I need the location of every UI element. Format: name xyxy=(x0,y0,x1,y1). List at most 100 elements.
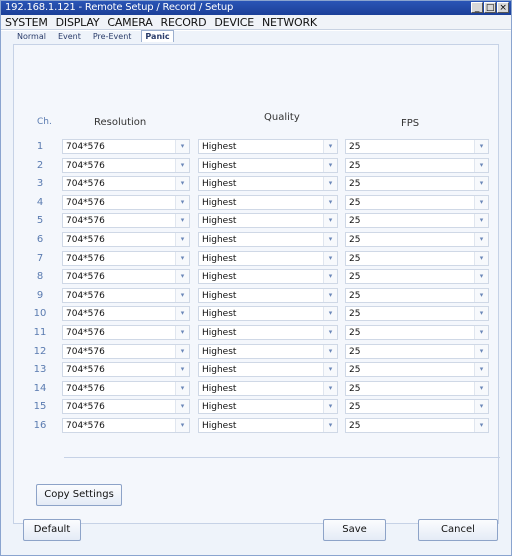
chevron-down-icon[interactable]: ▾ xyxy=(474,382,488,395)
chevron-down-icon[interactable]: ▾ xyxy=(474,233,488,246)
menu-record[interactable]: RECORD xyxy=(161,15,207,29)
resolution-select[interactable]: 704*576 ▾ xyxy=(62,158,190,173)
chevron-down-icon[interactable]: ▾ xyxy=(175,214,189,227)
chevron-down-icon[interactable]: ▾ xyxy=(175,177,189,190)
quality-select[interactable]: Highest ▾ xyxy=(198,139,338,154)
fps-select[interactable]: 25 ▾ xyxy=(345,381,489,396)
quality-select[interactable]: Highest ▾ xyxy=(198,381,338,396)
fps-select[interactable]: 25 ▾ xyxy=(345,139,489,154)
quality-select[interactable]: Highest ▾ xyxy=(198,325,338,340)
chevron-down-icon[interactable]: ▾ xyxy=(474,270,488,283)
chevron-down-icon[interactable]: ▾ xyxy=(323,382,337,395)
resolution-select[interactable]: 704*576 ▾ xyxy=(62,195,190,210)
fps-select[interactable]: 25 ▾ xyxy=(345,399,489,414)
save-button[interactable]: Save xyxy=(323,519,386,541)
resolution-select[interactable]: 704*576 ▾ xyxy=(62,325,190,340)
chevron-down-icon[interactable]: ▾ xyxy=(323,140,337,153)
chevron-down-icon[interactable]: ▾ xyxy=(323,196,337,209)
chevron-down-icon[interactable]: ▾ xyxy=(474,326,488,339)
chevron-down-icon[interactable]: ▾ xyxy=(323,177,337,190)
tab-event[interactable]: Event xyxy=(56,31,83,43)
resolution-select[interactable]: 704*576 ▾ xyxy=(62,269,190,284)
chevron-down-icon[interactable]: ▾ xyxy=(323,419,337,432)
chevron-down-icon[interactable]: ▾ xyxy=(323,159,337,172)
chevron-down-icon[interactable]: ▾ xyxy=(323,233,337,246)
chevron-down-icon[interactable]: ▾ xyxy=(175,233,189,246)
quality-select[interactable]: Highest ▾ xyxy=(198,418,338,433)
chevron-down-icon[interactable]: ▾ xyxy=(474,196,488,209)
chevron-down-icon[interactable]: ▾ xyxy=(175,270,189,283)
chevron-down-icon[interactable]: ▾ xyxy=(323,400,337,413)
tab-pre-event[interactable]: Pre-Event xyxy=(91,31,134,43)
close-icon[interactable]: × xyxy=(497,2,509,13)
chevron-down-icon[interactable]: ▾ xyxy=(474,400,488,413)
quality-select[interactable]: Highest ▾ xyxy=(198,158,338,173)
resolution-select[interactable]: 704*576 ▾ xyxy=(62,139,190,154)
chevron-down-icon[interactable]: ▾ xyxy=(175,140,189,153)
menu-camera[interactable]: CAMERA xyxy=(107,15,152,29)
quality-select[interactable]: Highest ▾ xyxy=(198,232,338,247)
resolution-select[interactable]: 704*576 ▾ xyxy=(62,306,190,321)
fps-select[interactable]: 25 ▾ xyxy=(345,344,489,359)
chevron-down-icon[interactable]: ▾ xyxy=(474,363,488,376)
quality-select[interactable]: Highest ▾ xyxy=(198,195,338,210)
fps-select[interactable]: 25 ▾ xyxy=(345,232,489,247)
cancel-button[interactable]: Cancel xyxy=(418,519,498,541)
chevron-down-icon[interactable]: ▾ xyxy=(474,252,488,265)
fps-select[interactable]: 25 ▾ xyxy=(345,195,489,210)
menu-network[interactable]: NETWORK xyxy=(262,15,317,29)
fps-select[interactable]: 25 ▾ xyxy=(345,306,489,321)
fps-select[interactable]: 25 ▾ xyxy=(345,362,489,377)
fps-select[interactable]: 25 ▾ xyxy=(345,176,489,191)
quality-select[interactable]: Highest ▾ xyxy=(198,306,338,321)
chevron-down-icon[interactable]: ▾ xyxy=(323,363,337,376)
chevron-down-icon[interactable]: ▾ xyxy=(323,252,337,265)
fps-select[interactable]: 25 ▾ xyxy=(345,158,489,173)
chevron-down-icon[interactable]: ▾ xyxy=(474,289,488,302)
fps-select[interactable]: 25 ▾ xyxy=(345,288,489,303)
quality-select[interactable]: Highest ▾ xyxy=(198,362,338,377)
menu-display[interactable]: DISPLAY xyxy=(56,15,100,29)
chevron-down-icon[interactable]: ▾ xyxy=(474,307,488,320)
chevron-down-icon[interactable]: ▾ xyxy=(175,345,189,358)
chevron-down-icon[interactable]: ▾ xyxy=(323,289,337,302)
maximize-icon[interactable]: □ xyxy=(484,2,496,13)
quality-select[interactable]: Highest ▾ xyxy=(198,399,338,414)
chevron-down-icon[interactable]: ▾ xyxy=(323,270,337,283)
chevron-down-icon[interactable]: ▾ xyxy=(175,363,189,376)
resolution-select[interactable]: 704*576 ▾ xyxy=(62,176,190,191)
resolution-select[interactable]: 704*576 ▾ xyxy=(62,344,190,359)
resolution-select[interactable]: 704*576 ▾ xyxy=(62,251,190,266)
resolution-select[interactable]: 704*576 ▾ xyxy=(62,213,190,228)
fps-select[interactable]: 25 ▾ xyxy=(345,325,489,340)
chevron-down-icon[interactable]: ▾ xyxy=(175,326,189,339)
chevron-down-icon[interactable]: ▾ xyxy=(474,345,488,358)
chevron-down-icon[interactable]: ▾ xyxy=(175,419,189,432)
chevron-down-icon[interactable]: ▾ xyxy=(175,307,189,320)
resolution-select[interactable]: 704*576 ▾ xyxy=(62,288,190,303)
fps-select[interactable]: 25 ▾ xyxy=(345,269,489,284)
tab-normal[interactable]: Normal xyxy=(15,31,48,43)
chevron-down-icon[interactable]: ▾ xyxy=(175,252,189,265)
resolution-select[interactable]: 704*576 ▾ xyxy=(62,399,190,414)
chevron-down-icon[interactable]: ▾ xyxy=(175,196,189,209)
chevron-down-icon[interactable]: ▾ xyxy=(175,382,189,395)
chevron-down-icon[interactable]: ▾ xyxy=(323,345,337,358)
chevron-down-icon[interactable]: ▾ xyxy=(474,159,488,172)
chevron-down-icon[interactable]: ▾ xyxy=(175,159,189,172)
quality-select[interactable]: Highest ▾ xyxy=(198,269,338,284)
tab-panic[interactable]: Panic xyxy=(141,30,174,42)
chevron-down-icon[interactable]: ▾ xyxy=(175,400,189,413)
quality-select[interactable]: Highest ▾ xyxy=(198,344,338,359)
minimize-icon[interactable]: _ xyxy=(471,2,483,13)
chevron-down-icon[interactable]: ▾ xyxy=(323,214,337,227)
copy-settings-button[interactable]: Copy Settings xyxy=(36,484,122,506)
resolution-select[interactable]: 704*576 ▾ xyxy=(62,381,190,396)
fps-select[interactable]: 25 ▾ xyxy=(345,213,489,228)
resolution-select[interactable]: 704*576 ▾ xyxy=(62,362,190,377)
resolution-select[interactable]: 704*576 ▾ xyxy=(62,232,190,247)
chevron-down-icon[interactable]: ▾ xyxy=(175,289,189,302)
quality-select[interactable]: Highest ▾ xyxy=(198,251,338,266)
chevron-down-icon[interactable]: ▾ xyxy=(474,140,488,153)
fps-select[interactable]: 25 ▾ xyxy=(345,251,489,266)
